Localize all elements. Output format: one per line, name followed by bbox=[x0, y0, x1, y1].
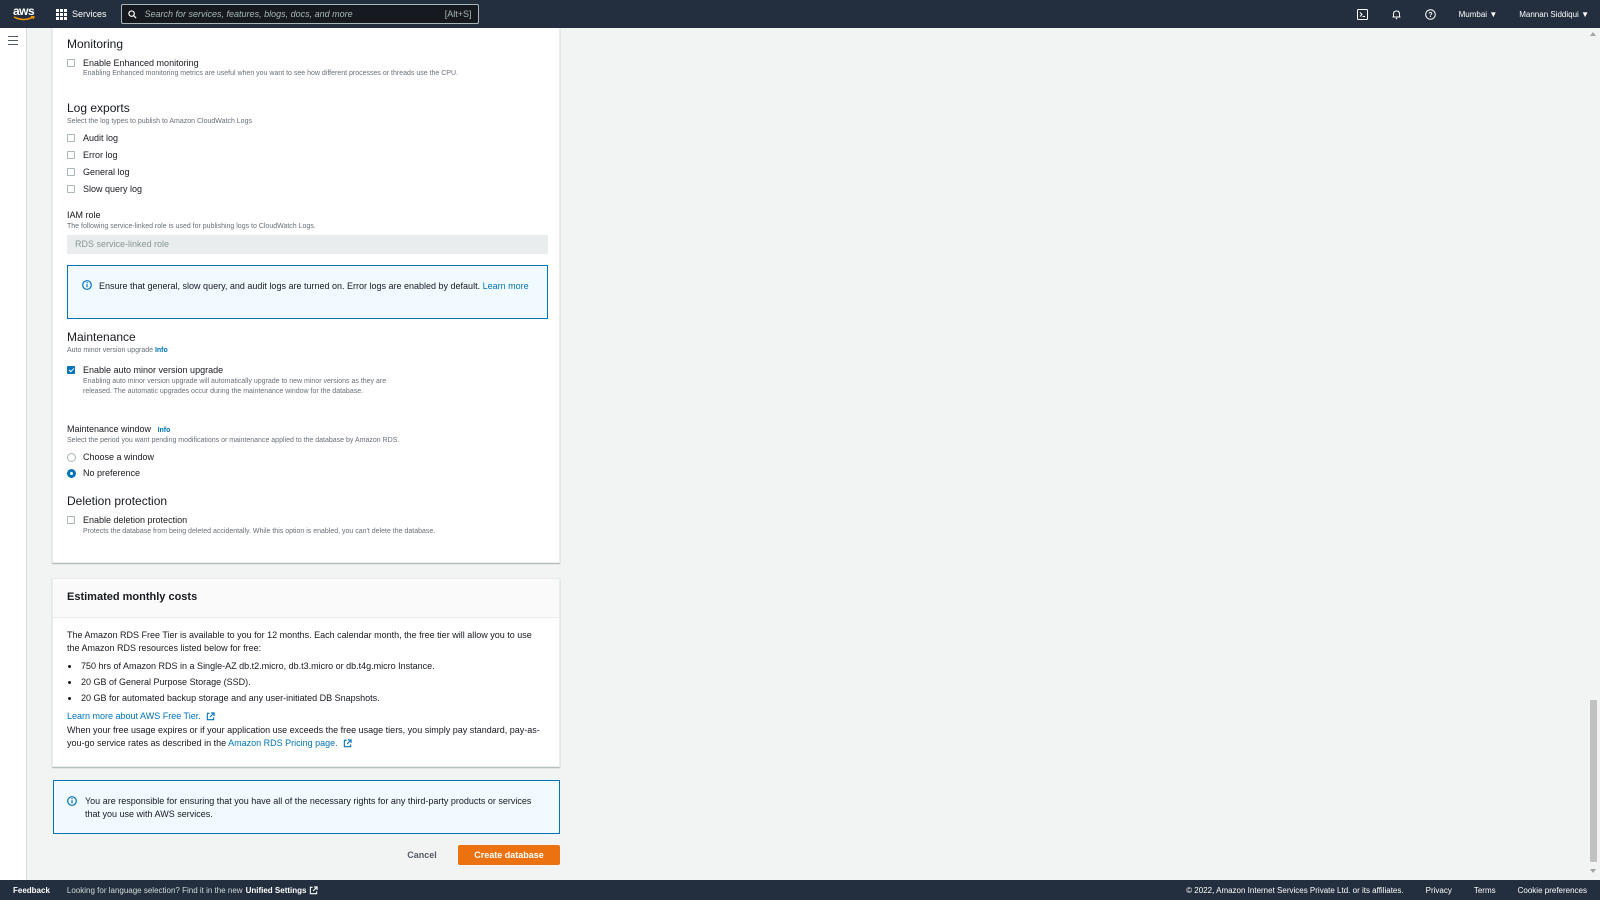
deletion-protection-desc: Protects the database from being deleted… bbox=[83, 528, 436, 535]
language-hint: Looking for language selection? Find it … bbox=[66, 885, 243, 895]
auto-minor-upgrade-desc: Enabling auto minor version upgrade will… bbox=[83, 378, 387, 395]
free-tier-list: 750 hrs of Amazon RDS in a Single-AZ db.… bbox=[67, 658, 545, 706]
no-preference-radio[interactable] bbox=[67, 469, 76, 478]
region-selector[interactable]: Mumbai ▼ bbox=[1448, 10, 1509, 19]
estimated-costs-panel: Estimated monthly costs The Amazon RDS F… bbox=[52, 578, 560, 767]
error-log-checkbox[interactable] bbox=[67, 151, 75, 159]
enhanced-monitoring-checkbox[interactable] bbox=[67, 59, 75, 67]
iam-role-desc: The following service-linked role is use… bbox=[67, 223, 316, 230]
menu-icon[interactable] bbox=[8, 36, 18, 48]
additional-configuration-panel: Monitoring Enable Enhanced monitoring En… bbox=[52, 28, 560, 563]
choose-window-radio[interactable] bbox=[67, 453, 76, 462]
cookie-preferences-link[interactable]: Cookie preferences bbox=[1518, 886, 1587, 895]
log-info-text: Ensure that general, slow query, and aud… bbox=[99, 280, 539, 293]
create-database-button[interactable]: Create database bbox=[458, 845, 560, 865]
auto-minor-upgrade-label: Enable auto minor version upgrade bbox=[83, 365, 224, 375]
list-item: 750 hrs of Amazon RDS in a Single-AZ db.… bbox=[67, 658, 545, 674]
caret-down-icon: ▼ bbox=[1489, 9, 1498, 19]
audit-log-checkbox[interactable] bbox=[67, 134, 75, 142]
scrollbar-thumb[interactable] bbox=[1590, 700, 1597, 862]
deletion-protection-label: Enable deletion protection bbox=[83, 515, 188, 525]
iam-role-input: RDS service-linked role bbox=[67, 235, 548, 254]
auto-upgrade-subtitle: Auto minor version upgrade Info bbox=[67, 347, 168, 354]
search-shortcut: [Alt+S] bbox=[444, 9, 472, 19]
region-label: Mumbai bbox=[1458, 9, 1488, 19]
pricing-link[interactable]: Amazon RDS Pricing page. bbox=[228, 738, 338, 748]
grid-icon bbox=[56, 8, 67, 20]
aws-smile-icon bbox=[13, 16, 35, 21]
log-info-alert: Ensure that general, slow query, and aud… bbox=[67, 265, 548, 319]
free-tier-link-row: Learn more about AWS Free Tier. bbox=[67, 708, 545, 724]
general-log-label: General log bbox=[83, 167, 130, 177]
no-preference-label: No preference bbox=[83, 468, 141, 478]
search-icon bbox=[127, 9, 137, 19]
top-navigation: aws Services Search for services, featur… bbox=[0, 0, 1600, 28]
privacy-link[interactable]: Privacy bbox=[1426, 886, 1452, 895]
services-label: Services bbox=[72, 9, 107, 19]
audit-log-label: Audit log bbox=[83, 133, 119, 143]
bell-icon[interactable] bbox=[1380, 9, 1414, 20]
free-tier-link[interactable]: Learn more about AWS Free Tier. bbox=[67, 711, 201, 721]
auto-upgrade-sub-text: Auto minor version upgrade bbox=[67, 347, 153, 354]
external-link-icon bbox=[343, 739, 352, 748]
list-item: 20 GB for automated backup storage and a… bbox=[67, 690, 545, 706]
rights-info-alert: You are responsible for ensuring that yo… bbox=[53, 780, 560, 834]
slow-query-log-label: Slow query log bbox=[83, 184, 143, 194]
enhanced-monitoring-desc: Enabling Enhanced monitoring metrics are… bbox=[83, 70, 458, 77]
learn-more-link[interactable]: Learn more bbox=[483, 281, 529, 291]
page-scrollbar[interactable] bbox=[1587, 28, 1600, 880]
list-item: 20 GB of General Purpose Storage (SSD). bbox=[67, 674, 545, 690]
caret-down-icon: ▼ bbox=[1581, 9, 1589, 19]
scroll-up-icon[interactable] bbox=[1590, 32, 1596, 36]
auto-upgrade-info-link[interactable]: Info bbox=[155, 347, 168, 354]
choose-window-label: Choose a window bbox=[83, 452, 155, 462]
user-label: Mannan Siddiqui bbox=[1519, 9, 1579, 19]
search-input[interactable]: Search for services, features, blogs, do… bbox=[120, 4, 479, 24]
maintenance-window-text: Maintenance window bbox=[67, 424, 152, 434]
maintenance-title: Maintenance bbox=[67, 330, 136, 344]
info-icon bbox=[82, 280, 92, 290]
help-icon[interactable]: ? bbox=[1414, 8, 1448, 20]
iam-role-label: IAM role bbox=[67, 210, 101, 220]
free-tier-intro: The Amazon RDS Free Tier is available to… bbox=[67, 630, 532, 653]
info-icon bbox=[67, 796, 77, 806]
services-menu[interactable]: Services bbox=[56, 0, 107, 28]
maintenance-window-label: Maintenance window Info bbox=[67, 424, 170, 434]
general-log-checkbox[interactable] bbox=[67, 168, 75, 176]
external-link-icon bbox=[310, 885, 319, 894]
pricing-outro: When your free usage expires or if your … bbox=[67, 724, 545, 750]
maintenance-window-info-link[interactable]: Info bbox=[158, 427, 171, 434]
monitoring-title: Monitoring bbox=[67, 37, 124, 51]
copyright: © 2022, Amazon Internet Services Private… bbox=[1186, 885, 1404, 895]
cancel-button[interactable]: Cancel bbox=[404, 846, 440, 864]
auto-minor-upgrade-checkbox[interactable] bbox=[67, 366, 75, 374]
search-placeholder: Search for services, features, blogs, do… bbox=[144, 9, 353, 19]
log-exports-desc: Select the log types to publish to Amazo… bbox=[67, 118, 252, 125]
deletion-protection-title: Deletion protection bbox=[67, 494, 168, 508]
footer: Feedback Looking for language selection?… bbox=[0, 880, 1600, 900]
aws-logo[interactable]: aws bbox=[12, 4, 42, 24]
rights-info-text: You are responsible for ensuring that yo… bbox=[85, 796, 532, 819]
terms-link[interactable]: Terms bbox=[1474, 886, 1496, 895]
error-log-label: Error log bbox=[83, 150, 118, 160]
deletion-protection-checkbox[interactable] bbox=[67, 516, 75, 524]
log-exports-title: Log exports bbox=[67, 101, 130, 115]
left-rail bbox=[0, 28, 27, 880]
slow-query-log-checkbox[interactable] bbox=[67, 185, 75, 193]
cloudshell-icon[interactable] bbox=[1346, 8, 1380, 20]
external-link-icon bbox=[207, 712, 215, 721]
maintenance-window-desc: Select the period you want pending modif… bbox=[67, 437, 400, 444]
unified-settings-link[interactable]: Unified Settings bbox=[246, 886, 307, 895]
feedback-link[interactable]: Feedback bbox=[13, 886, 50, 895]
estimated-costs-title: Estimated monthly costs bbox=[53, 579, 559, 618]
svg-text:?: ? bbox=[1428, 12, 1432, 19]
enhanced-monitoring-label: Enable Enhanced monitoring bbox=[83, 58, 199, 68]
user-menu[interactable]: Mannan Siddiqui ▼ bbox=[1508, 10, 1600, 19]
log-info-message: Ensure that general, slow query, and aud… bbox=[99, 281, 481, 291]
scroll-down-icon[interactable] bbox=[1590, 869, 1596, 873]
